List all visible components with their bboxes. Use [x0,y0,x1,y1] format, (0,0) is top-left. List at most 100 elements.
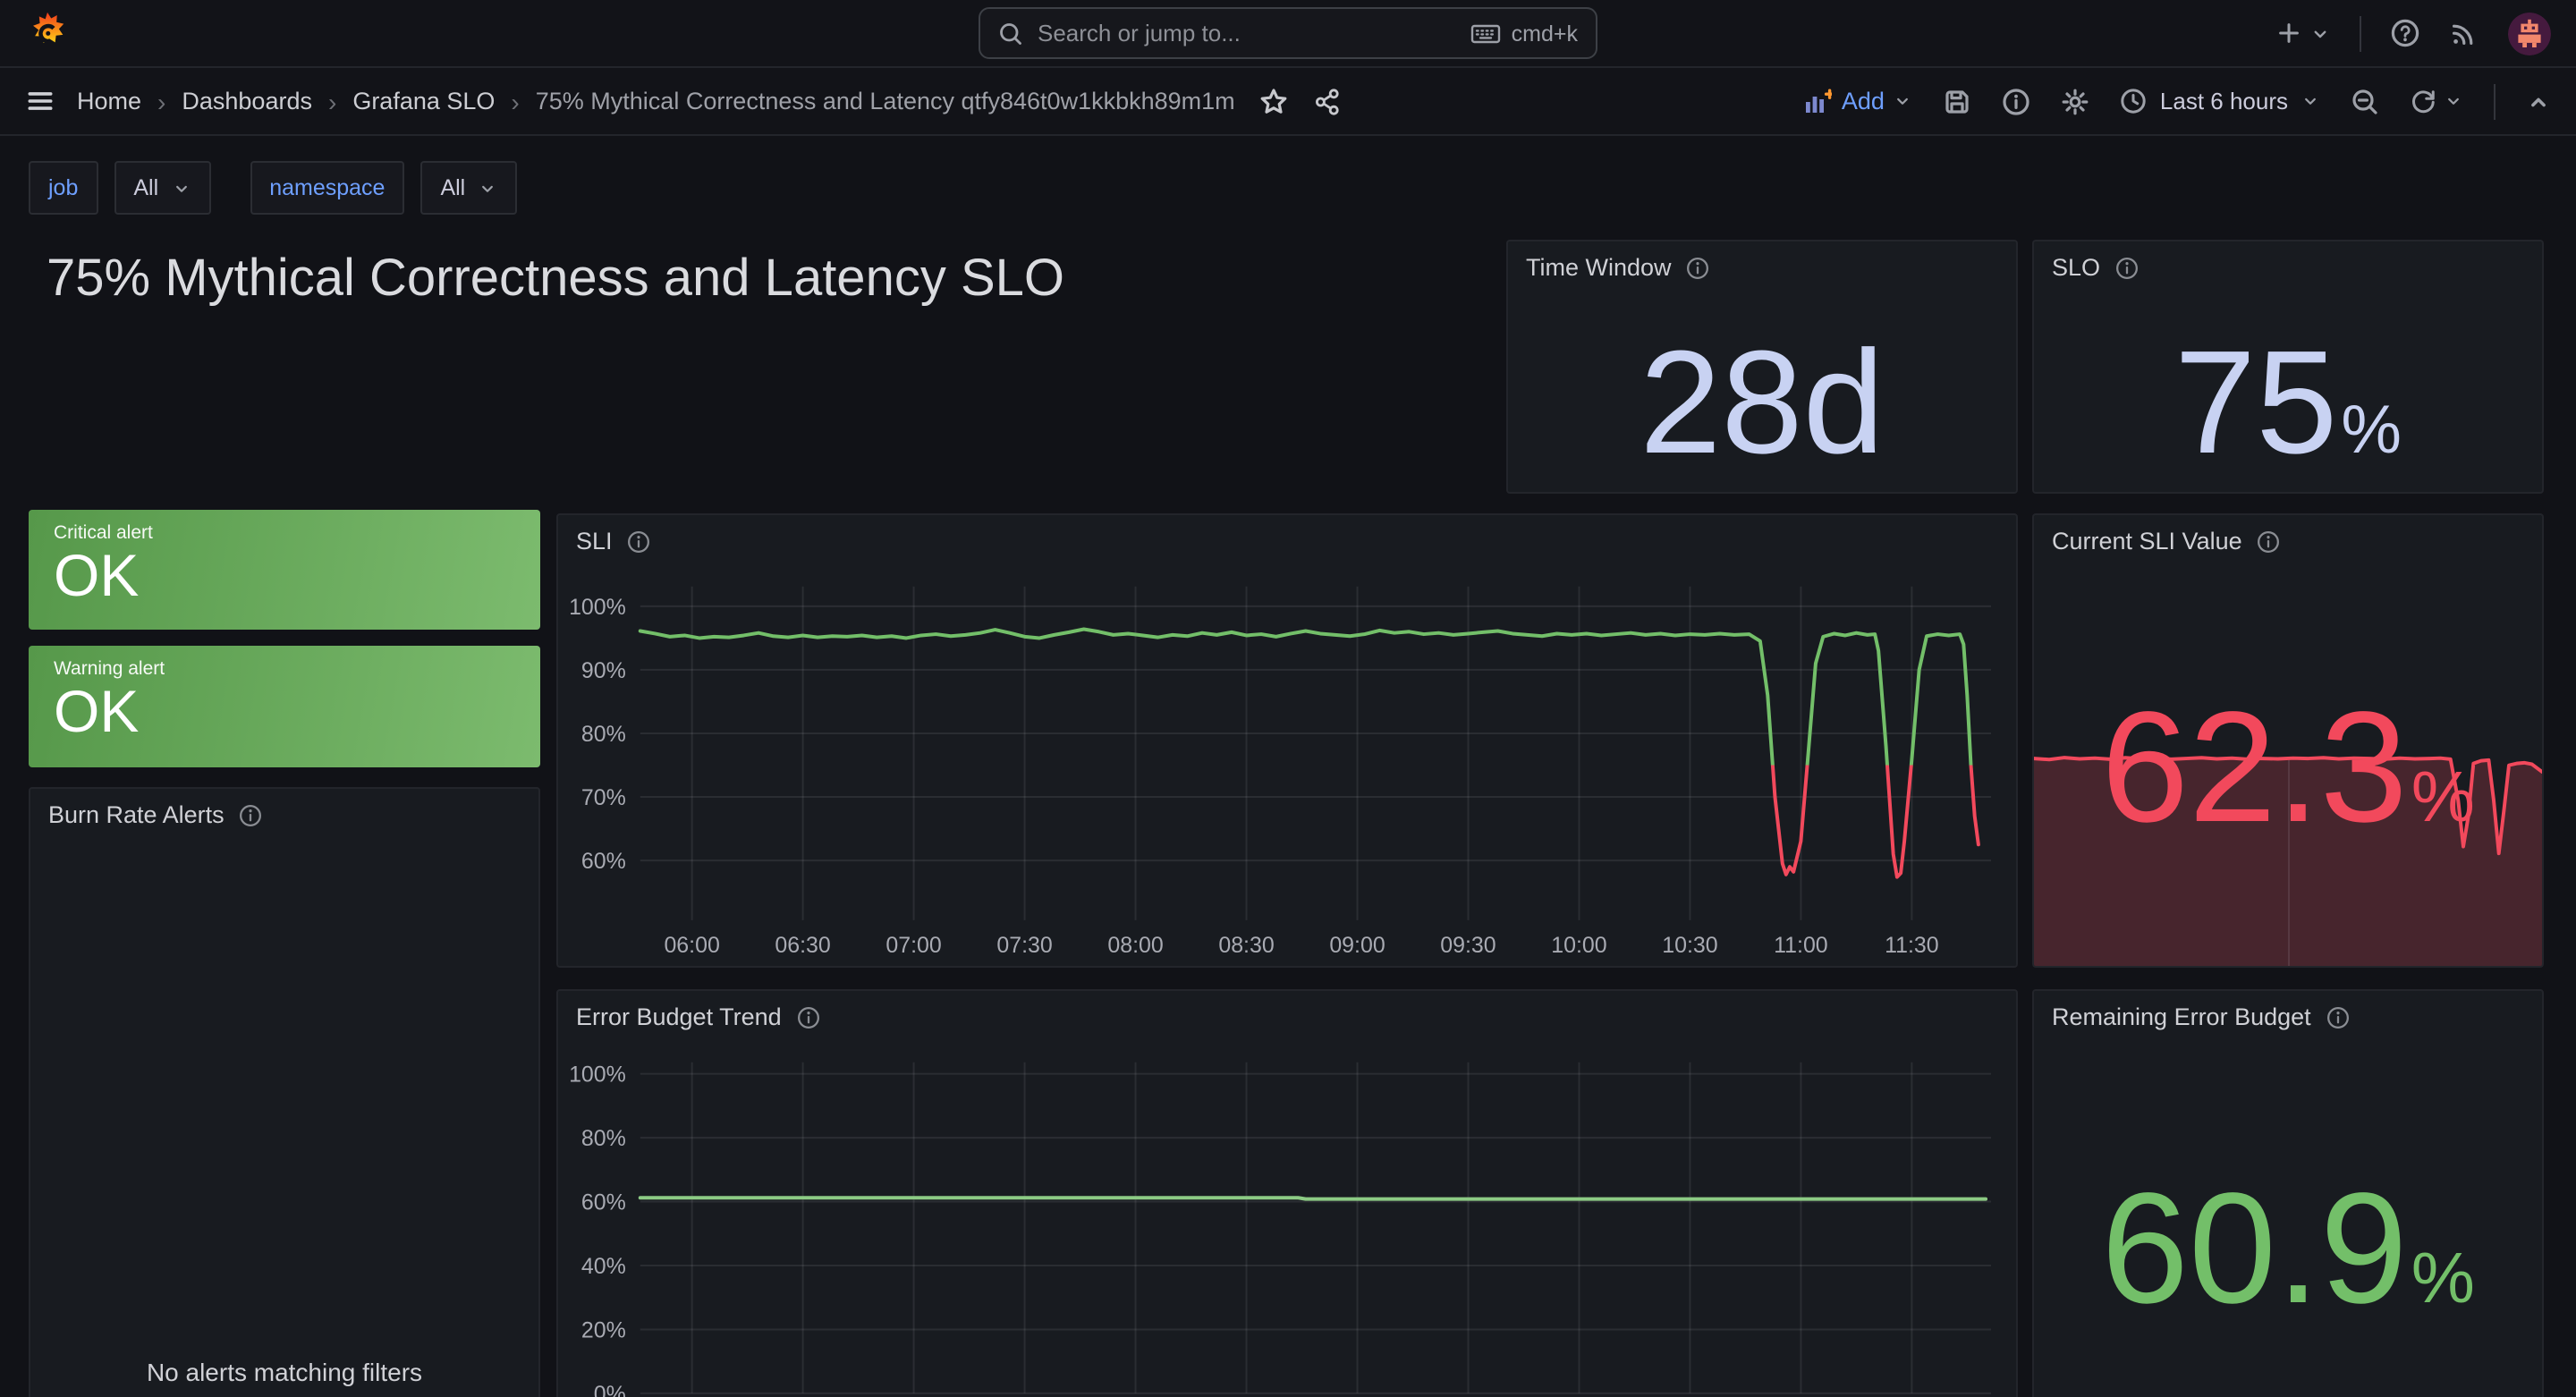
keyboard-icon [1470,21,1501,46]
svg-text:07:30: 07:30 [996,933,1052,958]
current-sli-value: 62.3% [2034,676,2542,859]
chevron-down-icon [1894,91,1913,111]
avatar[interactable] [2508,12,2551,55]
svg-text:40%: 40% [581,1254,626,1279]
panel-title: Burn Rate Alerts [48,801,225,828]
panel-critical-alert[interactable]: Critical alert OK [29,510,540,630]
svg-text:20%: 20% [581,1317,626,1342]
page-title: 75% Mythical Correctness and Latency SLO [47,250,1064,309]
add-button[interactable]: Add [1804,87,1913,115]
variable-job-label: job [29,161,97,215]
time-range-label: Last 6 hours [2160,88,2288,114]
panel-title: Remaining Error Budget [2052,1003,2311,1030]
breadcrumb-separator: › [511,87,519,115]
search-shortcut: cmd+k [1470,21,1578,46]
kiosk-mode-button[interactable] [2526,89,2551,114]
svg-text:10:30: 10:30 [1662,933,1717,958]
slo-value: 75% [2034,320,2542,488]
panel-burn-rate-alerts[interactable]: Burn Rate Alerts No alerts matching filt… [29,787,540,1397]
panel-time-window[interactable]: Time Window 28d [1506,240,2018,494]
error-budget-trend-chart[interactable]: 100%80%60%40%20%0% [558,991,2016,1397]
time-range-picker[interactable]: Last 6 hours [2121,88,2320,114]
search-input[interactable]: Search or jump to... cmd+k [979,7,1597,59]
variable-namespace-label: namespace [250,161,404,215]
panel-sli[interactable]: SLI 100%90%80%70%60%06:0006:3007:0007:30… [556,513,2018,968]
panel-title: SLI [576,528,613,555]
divider [2360,15,2361,51]
info-icon[interactable] [2257,529,2282,554]
alert-status: OK [54,546,515,605]
mega-menu-button[interactable] [25,86,55,116]
svg-text:07:00: 07:00 [886,933,941,958]
info-icon [2003,87,2031,115]
panel-remaining-error-budget[interactable]: Remaining Error Budget 60.9% [2032,989,2544,1397]
zoom-out-button[interactable] [2351,87,2379,115]
star-button[interactable] [1260,87,1289,115]
refresh-button[interactable] [2410,88,2463,114]
svg-text:06:00: 06:00 [664,933,719,958]
time-window-value: 28d [1508,320,2016,488]
variables-row: job All namespace All [29,161,517,215]
share-icon [1314,87,1343,115]
top-nav-actions [2275,12,2551,55]
no-alerts-message: No alerts matching filters [30,1358,538,1386]
svg-text:100%: 100% [569,1063,626,1088]
help-button[interactable] [2390,18,2420,48]
zoom-out-icon [2351,87,2379,115]
panel-title: Error Budget Trend [576,1003,782,1030]
info-icon[interactable] [2114,255,2140,280]
plus-icon [2275,20,2302,47]
info-icon[interactable] [796,1004,821,1029]
panel-error-budget-trend[interactable]: Error Budget Trend 100%80%60%40%20%0% [556,989,2018,1397]
panel-title: Current SLI Value [2052,528,2242,555]
breadcrumb-separator: › [157,87,165,115]
svg-text:11:30: 11:30 [1885,933,1939,958]
alert-label: Critical alert [54,522,515,544]
info-icon[interactable] [1686,255,1711,280]
breadcrumb-current: 75% Mythical Correctness and Latency qtf… [536,88,1235,114]
save-button[interactable] [1944,87,1972,115]
caret-up-icon [2526,89,2551,114]
svg-text:100%: 100% [569,595,626,620]
panel-title: Time Window [1526,254,1672,281]
panel-current-sli[interactable]: Current SLI Value 62.3% [2032,513,2544,968]
breadcrumb-dashboards[interactable]: Dashboards [182,88,312,114]
sli-chart[interactable]: 100%90%80%70%60%06:0006:3007:0007:3008:0… [558,515,2016,968]
grafana-dashboard: Search or jump to... cmd+k [0,0,2576,1397]
svg-text:11:00: 11:00 [1774,933,1828,958]
panel-slo[interactable]: SLO 75% [2032,240,2544,494]
dashboard-settings-button[interactable] [2062,87,2090,115]
save-icon [1944,87,1972,115]
chevron-down-icon [2444,91,2463,111]
svg-text:70%: 70% [581,785,626,810]
search-placeholder: Search or jump to... [1038,20,1456,47]
grafana-logo[interactable] [25,11,70,55]
panel-title: SLO [2052,254,2100,281]
new-button[interactable] [2275,20,2331,47]
star-icon [1260,87,1289,115]
svg-text:0%: 0% [594,1382,626,1397]
variable-namespace-select[interactable]: All [420,161,517,215]
variable-job-select[interactable]: All [114,161,210,215]
alert-label: Warning alert [54,658,515,680]
svg-text:08:30: 08:30 [1218,933,1274,958]
news-button[interactable] [2449,18,2479,48]
share-button[interactable] [1314,87,1343,115]
svg-text:80%: 80% [581,722,626,747]
svg-text:06:30: 06:30 [775,933,830,958]
hamburger-icon [25,86,55,116]
info-icon[interactable] [2326,1004,2351,1029]
info-icon[interactable] [627,529,652,554]
chevron-down-icon [171,179,191,199]
chevron-down-icon [478,179,497,199]
breadcrumb-folder[interactable]: Grafana SLO [352,88,495,114]
panel-warning-alert[interactable]: Warning alert OK [29,646,540,767]
dashboard-insights-button[interactable] [2003,87,2031,115]
info-icon[interactable] [239,802,264,827]
breadcrumb-home[interactable]: Home [77,88,141,114]
top-nav: Search or jump to... cmd+k [0,0,2576,68]
dashboard-toolbar: Home › Dashboards › Grafana SLO › 75% My… [0,68,2576,136]
chevron-down-icon [2309,22,2331,44]
help-icon [2390,18,2420,48]
svg-text:08:00: 08:00 [1107,933,1163,958]
